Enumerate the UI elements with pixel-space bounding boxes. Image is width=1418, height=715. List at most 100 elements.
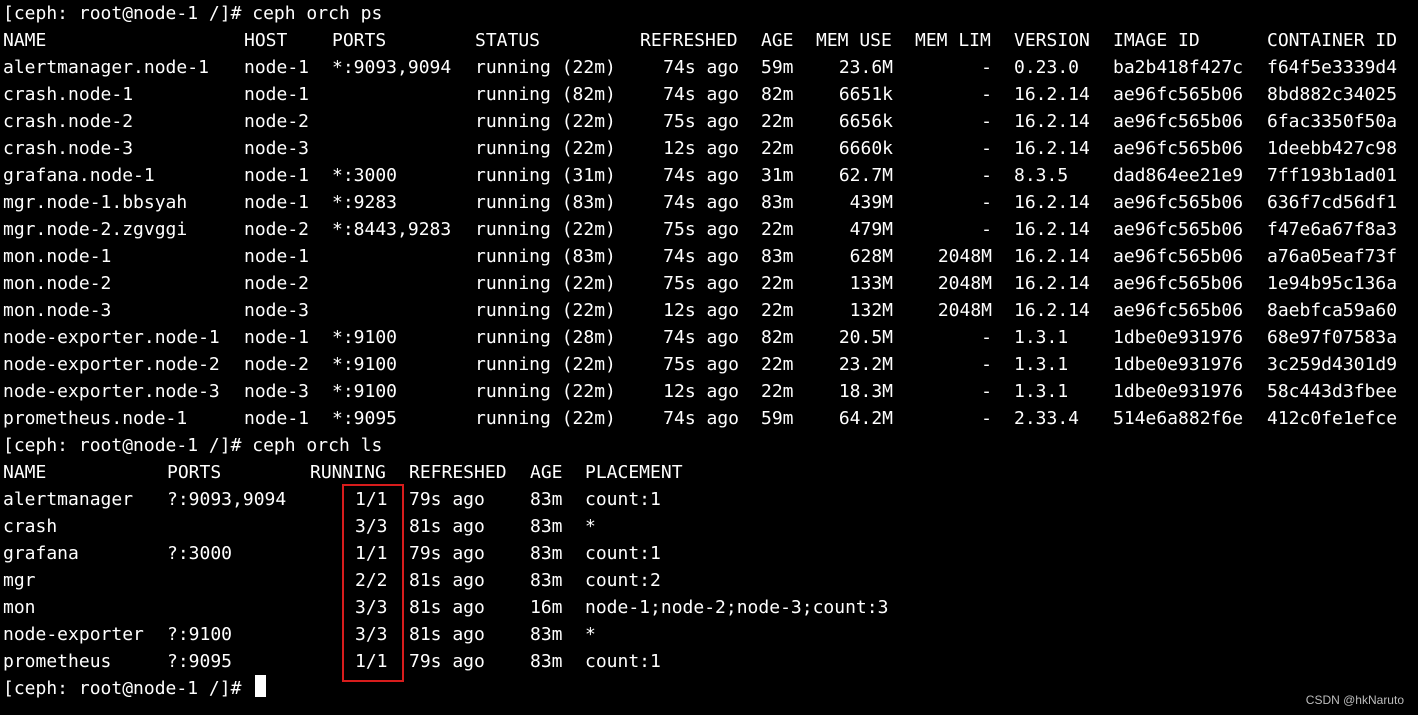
ps-cell-version: 16.2.14 — [1014, 138, 1090, 159]
ls-header-running: RUNNING — [310, 462, 386, 483]
ps-header-version: VERSION — [1014, 30, 1090, 51]
ps-cell-container-id: 8bd882c34025 — [1267, 84, 1398, 105]
ps-header-container-id: CONTAINER ID — [1267, 30, 1398, 51]
ps-cell-container-id: 6fac3350f50a — [1267, 111, 1398, 132]
ls-header-age: AGE — [530, 462, 563, 483]
ls-header-row: NAME PORTS RUNNING REFRESHED AGE PLACEME… — [3, 459, 683, 486]
ps-cell-version: 1.3.1 — [1014, 327, 1069, 348]
ps-cell-container-id: 3c259d4301d9 — [1267, 354, 1398, 375]
ps-cell-version: 1.3.1 — [1014, 354, 1069, 375]
command-line-current[interactable]: [ceph: root@node-1 /]# — [3, 675, 252, 702]
ps-cell-mem-lim: 2048M — [937, 300, 992, 321]
ps-cell-container-id: 68e97f07583a — [1267, 327, 1398, 348]
ls-header-refreshed: REFRESHED — [409, 462, 507, 483]
ps-cell-mem-lim: - — [981, 84, 992, 105]
ls-cell-name: alertmanager — [3, 489, 134, 510]
ps-cell-mem-lim: - — [981, 192, 992, 213]
ps-cell-version: 16.2.14 — [1014, 246, 1090, 267]
ps-cell-image-id: 1dbe0e931976 — [1113, 354, 1244, 375]
ps-cell-mem-lim: - — [981, 111, 992, 132]
command-line-ls: [ceph: root@node-1 /]# ceph orch ls — [3, 435, 383, 456]
ps-cell-container-id: 8aebfca59a60 — [1267, 300, 1398, 321]
ps-cell-mem-lim: - — [981, 327, 992, 348]
text-cursor — [255, 675, 266, 697]
ps-cell-container-id: 58c443d3fbee — [1267, 381, 1398, 402]
ls-cell-refreshed: 79s ago — [409, 543, 485, 564]
ps-header-name: NAME — [3, 30, 47, 51]
ps-cell-container-id: f47e6a67f8a3 — [1267, 219, 1398, 240]
ls-cell-name: grafana — [3, 543, 79, 564]
ls-header-name: NAME — [3, 462, 47, 483]
ls-cell-ports: ?:9100 — [167, 624, 233, 645]
ps-cell-image-id: 1dbe0e931976 — [1113, 381, 1244, 402]
ps-header-row: NAME HOST PORTS STATUS REFRESHED AGE MEM… — [3, 27, 1397, 54]
ls-cell-name: mon — [3, 597, 36, 618]
ps-cell-image-id: ae96fc565b06 — [1113, 192, 1244, 213]
ls-cell-refreshed: 81s ago — [409, 570, 485, 591]
ps-cell-version: 16.2.14 — [1014, 219, 1090, 240]
ps-cell-image-id: ae96fc565b06 — [1113, 273, 1244, 294]
ps-header-ports: PORTS — [332, 30, 387, 51]
ps-cell-mem-lim: - — [981, 354, 992, 375]
ls-cell-placement: * — [585, 624, 596, 645]
ps-cell-version: 16.2.14 — [1014, 300, 1090, 321]
ps-cell-version: 1.3.1 — [1014, 381, 1069, 402]
ls-cell-ports: ?:3000 — [167, 543, 233, 564]
ps-cell-mem-lim: - — [981, 57, 992, 78]
ps-cell-version: 16.2.14 — [1014, 111, 1090, 132]
watermark: CSDN @hkNaruto — [1305, 693, 1404, 707]
ls-cell-placement: * — [585, 516, 596, 537]
ls-cell-name: mgr — [3, 570, 36, 591]
ls-cell-age: 83m — [530, 624, 563, 645]
ps-cell-version: 16.2.14 — [1014, 273, 1090, 294]
ls-cell-refreshed: 81s ago — [409, 516, 485, 537]
ls-header-placement: PLACEMENT — [585, 462, 683, 483]
ls-cell-name: prometheus — [3, 651, 112, 672]
ps-header-refreshed: REFRESHED — [640, 30, 738, 51]
ls-cell-age: 83m — [530, 543, 563, 564]
ps-cell-container-id: 636f7cd56df1 — [1267, 192, 1398, 213]
ls-cell-age: 83m — [530, 516, 563, 537]
ls-cell-placement: count:1 — [585, 651, 661, 672]
ps-cell-image-id: 514e6a882f6e — [1113, 408, 1244, 429]
ps-header-mem-lim: MEM LIM — [915, 30, 991, 51]
ls-cell-age: 16m — [530, 597, 563, 618]
ls-cell-refreshed: 79s ago — [409, 651, 485, 672]
ps-cell-mem-lim: 2048M — [937, 273, 992, 294]
ps-header-age: AGE — [761, 30, 794, 51]
ps-cell-container-id: 412c0fe1efce — [1267, 408, 1398, 429]
ls-cell-placement: node-1;node-2;node-3;count:3 — [585, 597, 889, 618]
ls-cell-name: node-exporter — [3, 624, 144, 645]
ps-cell-image-id: ae96fc565b06 — [1113, 246, 1244, 267]
ls-cell-age: 83m — [530, 651, 563, 672]
ps-cell-image-id: ae96fc565b06 — [1113, 219, 1244, 240]
ps-cell-version: 0.23.0 — [1014, 57, 1080, 78]
ps-cell-image-id: 1dbe0e931976 — [1113, 327, 1244, 348]
ps-header-status: STATUS — [475, 30, 541, 51]
ls-cell-age: 83m — [530, 570, 563, 591]
ps-cell-container-id: 7ff193b1ad01 — [1267, 165, 1398, 186]
ls-cell-placement: count:2 — [585, 570, 661, 591]
ps-cell-container-id: f64f5e3339d4 — [1267, 57, 1398, 78]
ps-cell-mem-lim: - — [981, 138, 992, 159]
ps-cell-container-id: 1e94b95c136a — [1267, 273, 1398, 294]
ps-cell-mem-lim: - — [981, 219, 992, 240]
ps-cell-version: 8.3.5 — [1014, 165, 1069, 186]
ps-header-host: HOST — [244, 30, 288, 51]
ls-cell-age: 83m — [530, 489, 563, 510]
ps-cell-image-id: ae96fc565b06 — [1113, 138, 1244, 159]
ps-cell-image-id: ae96fc565b06 — [1113, 111, 1244, 132]
ls-cell-placement: count:1 — [585, 489, 661, 510]
ps-cell-mem-lim: - — [981, 381, 992, 402]
terminal-window[interactable]: [ceph: root@node-1 /]# ceph orch ps NAME… — [0, 0, 1418, 715]
ps-header-mem-use: MEM USE — [816, 30, 892, 51]
ls-cell-refreshed: 79s ago — [409, 489, 485, 510]
running-column-highlight — [342, 484, 404, 682]
ls-cell-ports: ?:9095 — [167, 651, 233, 672]
ls-cell-ports: ?:9093,9094 — [167, 489, 287, 510]
ps-cell-container-id: a76a05eaf73f — [1267, 246, 1398, 267]
ps-cell-image-id: ae96fc565b06 — [1113, 84, 1244, 105]
ps-cell-version: 2.33.4 — [1014, 408, 1080, 429]
ps-cell-image-id: ae96fc565b06 — [1113, 300, 1244, 321]
ps-cell-container-id: 1deebb427c98 — [1267, 138, 1398, 159]
